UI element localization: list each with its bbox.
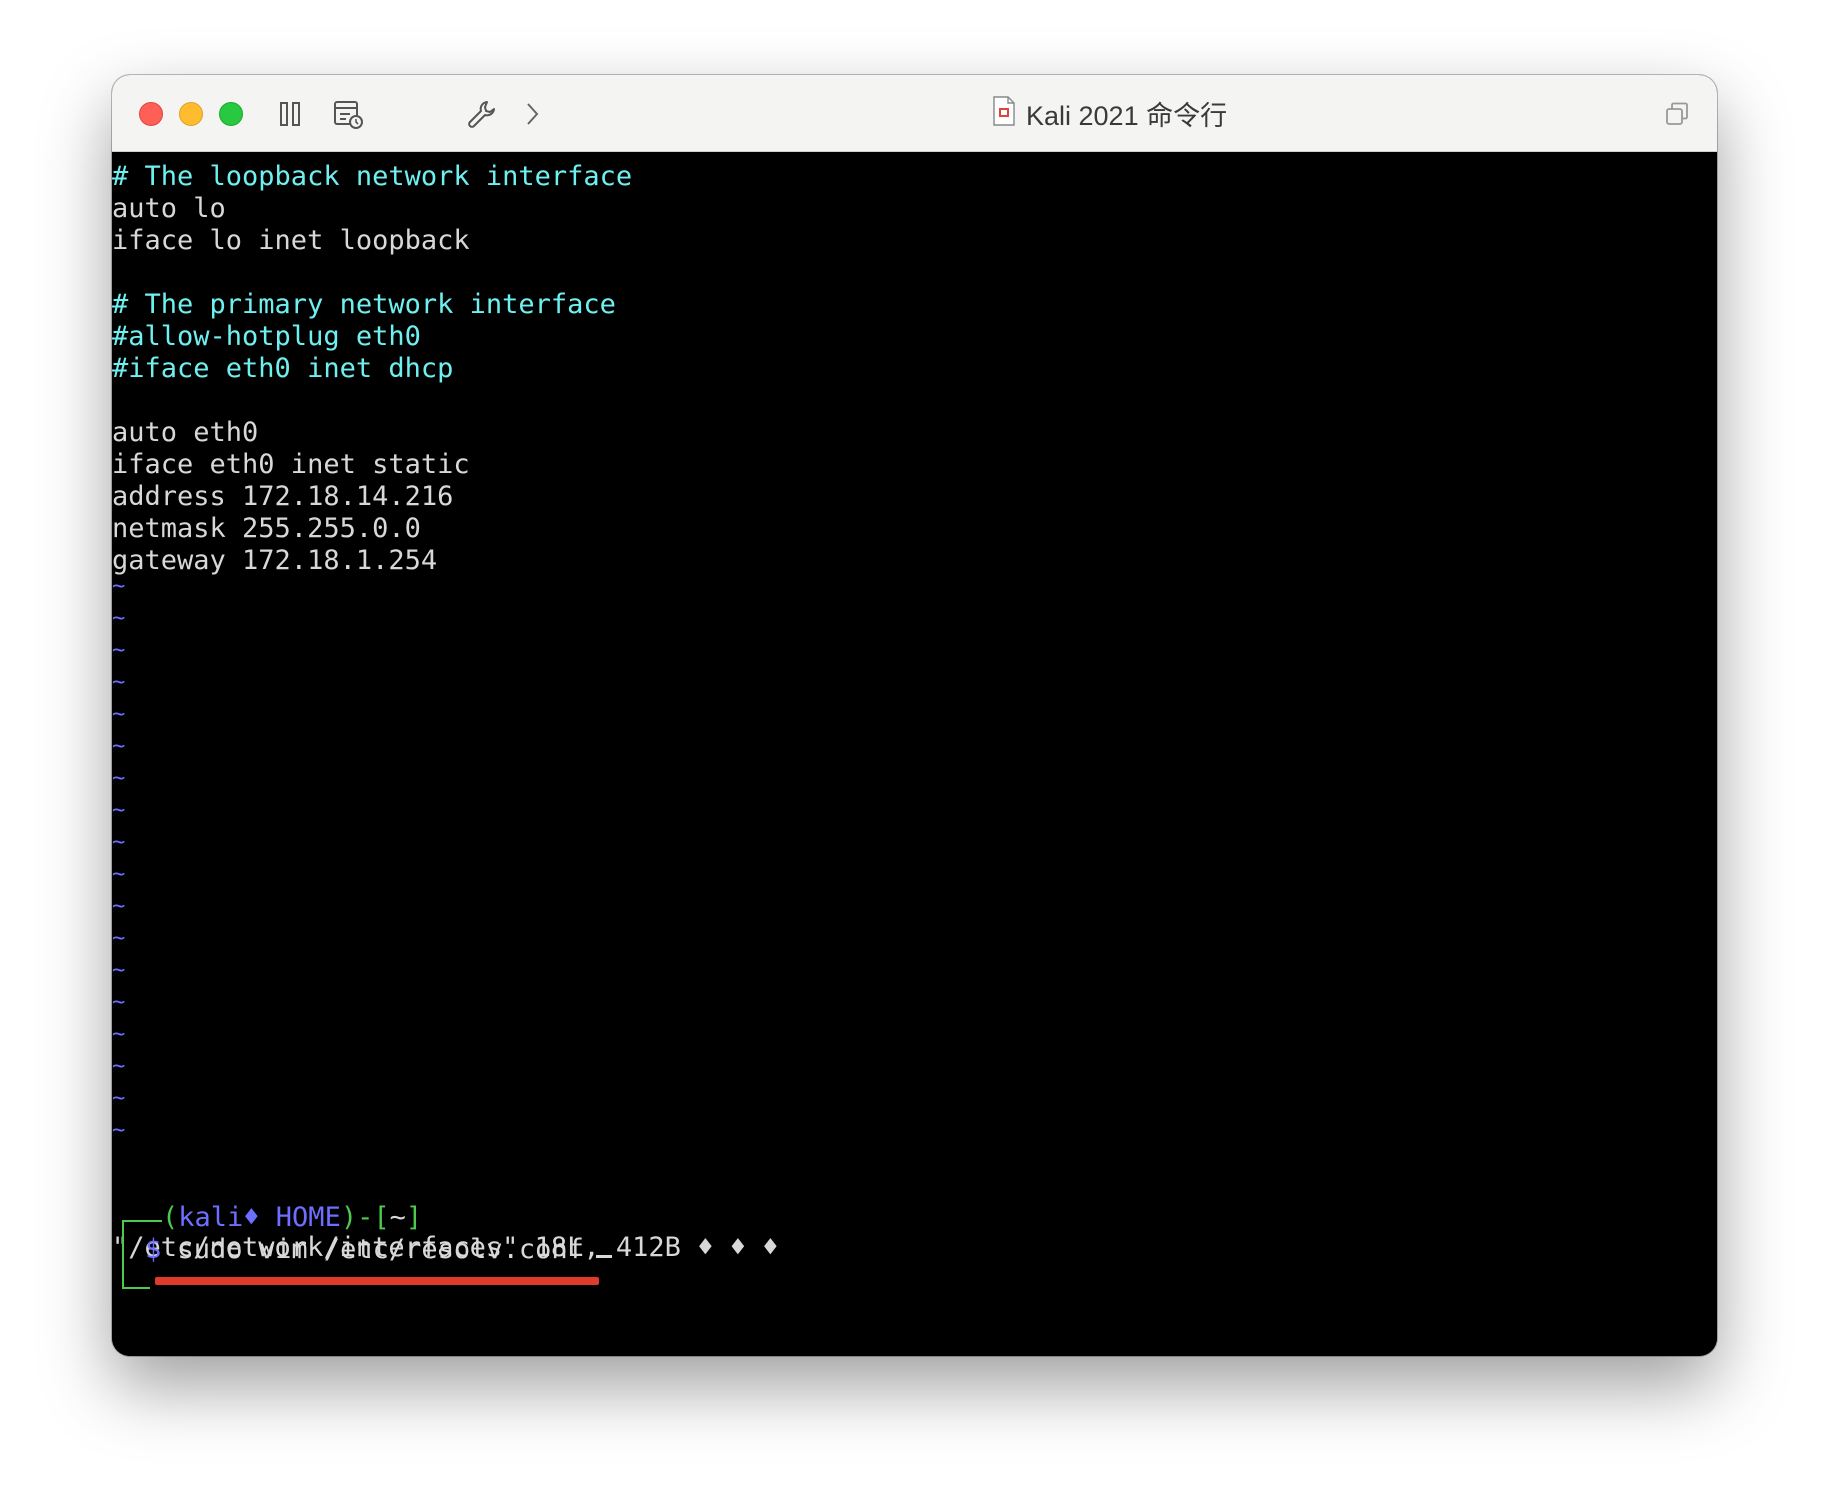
file-line: auto eth0: [112, 417, 259, 448]
empty-line-tilde: ~: [112, 702, 126, 727]
empty-line-tilde: ~: [112, 766, 126, 791]
empty-line-tilde: ~: [112, 1118, 126, 1143]
prompt-segment: ]: [405, 1202, 423, 1233]
empty-line-tilde: ~: [112, 798, 126, 823]
vm-window: Kali 2021 命令行 # The loopback network int…: [112, 75, 1717, 1356]
file-line: iface eth0 inet static: [112, 449, 470, 480]
prompt-header: (kali♦ HOME)-[~]: [162, 1202, 422, 1234]
prompt-frame-bottom: [122, 1263, 150, 1289]
empty-line-tilde: ~: [112, 958, 126, 983]
empty-line-tilde: ~: [112, 862, 126, 887]
prompt-segment: (: [162, 1202, 179, 1233]
close-button[interactable]: [139, 102, 163, 126]
file-line: address 172.18.14.216: [112, 481, 454, 512]
title-bar: Kali 2021 命令行: [112, 75, 1717, 152]
file-line: # The loopback network interface: [112, 161, 633, 192]
empty-line-tilde: ~: [112, 606, 126, 631]
terminal-screen[interactable]: # The loopback network interface auto lo i…: [112, 152, 1717, 1356]
prompt-segment: kali♦ HOME: [178, 1202, 341, 1233]
empty-line-tilde: ~: [112, 670, 126, 695]
file-line: #iface eth0 inet dhcp: [112, 353, 454, 384]
zoom-button[interactable]: [219, 102, 243, 126]
empty-line-tilde: ~: [112, 1022, 126, 1047]
file-line: # The primary network interface: [112, 289, 616, 320]
empty-line-tilde: ~: [112, 638, 126, 663]
file-line: iface lo inet loopback: [112, 225, 470, 256]
empty-line-tilde: ~: [112, 1086, 126, 1111]
prompt-segment: ~: [389, 1202, 406, 1233]
window-title: Kali 2021 命令行: [992, 75, 1227, 152]
prompt-symbol: $: [145, 1234, 162, 1265]
file-line: auto lo: [112, 193, 226, 224]
file-line: #allow-hotplug eth0: [112, 321, 421, 352]
empty-line-tilde: ~: [112, 926, 126, 951]
window-title-text: Kali 2021 命令行: [1026, 101, 1228, 131]
empty-line-tilde: ~: [112, 1054, 126, 1079]
snapshot-icon[interactable]: [330, 97, 366, 131]
forward-chevron-icon[interactable]: [522, 97, 542, 131]
document-icon: [992, 96, 1016, 131]
empty-line-tilde: ~: [112, 990, 126, 1015]
text-cursor: [595, 1255, 612, 1258]
file-line: gateway 172.18.1.254: [112, 545, 438, 576]
empty-line-tilde: ~: [112, 830, 126, 855]
pause-icon[interactable]: [275, 97, 305, 131]
file-line: netmask 255.255.0.0: [112, 513, 421, 544]
restore-window-icon[interactable]: [1662, 97, 1692, 131]
empty-line-tilde: ~: [112, 574, 126, 599]
typed-command: sudo vim /etc/resolv.conf: [177, 1234, 584, 1265]
empty-line-tilde: ~: [112, 894, 126, 919]
wrench-icon[interactable]: [465, 97, 499, 131]
empty-line-tilde: ~: [112, 734, 126, 759]
prompt-segment: )-[: [340, 1202, 390, 1233]
highlight-underline: [155, 1277, 599, 1285]
minimize-button[interactable]: [179, 102, 203, 126]
command-line[interactable]: $ sudo vim /etc/resolv.conf: [145, 1234, 612, 1266]
